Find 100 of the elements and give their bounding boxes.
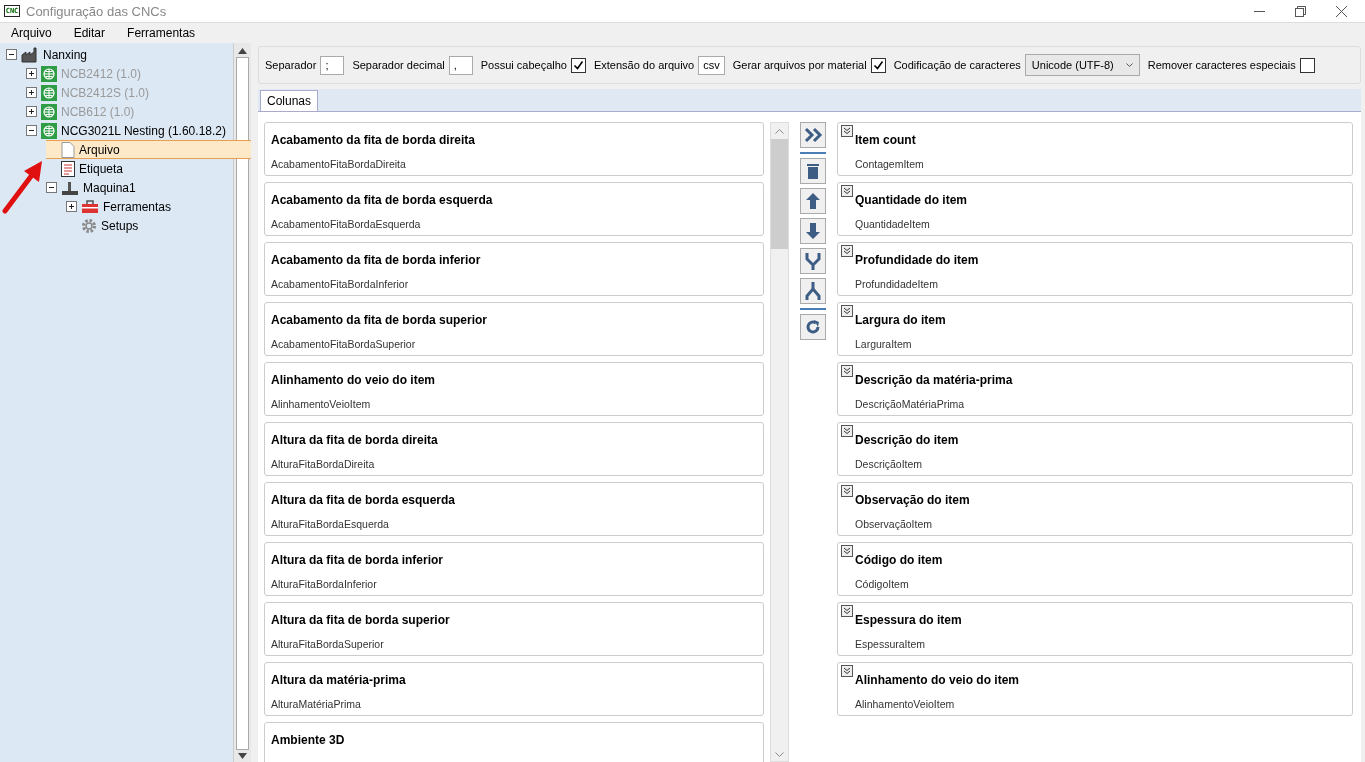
column-field-name: AcabamentoFitaBordaSuperior [271,338,417,350]
scrollbar[interactable] [233,43,251,762]
collapse-icon[interactable] [841,125,853,137]
expand-toggle-icon[interactable] [66,201,77,212]
column-card[interactable]: Observação do item ObservaçãoItem [837,482,1353,536]
column-field-name: AlturaMatériaPrima [271,698,362,710]
collapse-icon[interactable] [841,665,853,677]
column-title: Quantidade do item [855,193,968,207]
tree-item-label: Maquina1 [83,180,136,195]
column-title: Acabamento da fita de borda esquerda [271,193,494,207]
column-title: Observação do item [855,493,971,507]
restore-icon[interactable] [1295,5,1306,17]
text-field[interactable]: ; [320,55,345,75]
column-title: Descrição do item [855,433,960,447]
column-card[interactable]: Descrição do item DescriçãoItem [837,422,1353,476]
column-card[interactable]: Acabamento da fita de borda direita AcabamentoFitaBordaDireita [264,122,764,176]
column-card[interactable]: Acabamento da fita de borda superior AcabamentoFitaBordaSuperior [264,302,764,356]
column-card[interactable]: Espessura do item EspessuraItem [837,602,1353,656]
column-title: Item count [855,133,917,147]
window-title: Configuração das CNCs [26,3,168,19]
checkbox[interactable] [1299,57,1315,73]
column-field-name: DescriçãoMatériaPrima [855,398,966,410]
checkbox[interactable] [870,57,886,73]
column-card[interactable]: Altura da matéria-prima AlturaMatériaPrima [264,662,764,716]
collapse-icon[interactable] [841,365,853,377]
column-card[interactable]: Acabamento da fita de borda inferior AcabamentoFitaBordaInferior [264,242,764,296]
column-title: Largura do item [855,313,947,327]
column-card[interactable]: Acabamento da fita de borda esquerda AcabamentoFitaBordaEsquerda [264,182,764,236]
collapse-icon[interactable] [841,425,853,437]
collapse-icon[interactable] [841,185,853,197]
column-card[interactable]: Profundidade do item ProfundidadeItem [837,242,1353,296]
collapse-icon[interactable] [841,245,853,257]
column-field-name: AcabamentoFitaBordaDireita [271,158,407,170]
tree-item[interactable]: Nanxing [6,45,233,64]
add-all-button[interactable] [800,122,826,148]
globe-icon [41,122,57,139]
tree-item[interactable]: Maquina1 [46,178,233,197]
delete-button[interactable] [800,158,826,184]
split-button[interactable] [800,278,826,304]
column-title: Alinhamento do veio do item [271,373,436,387]
tree-item[interactable]: Ferramentas [66,197,233,216]
column-field-name: AlinhamentoVeioItem [271,398,372,410]
merge-button[interactable] [800,248,826,274]
column-title: Descrição da matéria-prima [855,373,1014,387]
collapse-icon[interactable] [841,485,853,497]
tree-item[interactable]: Setups [66,216,233,235]
column-field-name: CódigoItem [855,578,910,590]
column-card[interactable]: Altura da fita de borda direita AlturaFitaBordaDireita [264,422,764,476]
column-field-name: AlturaFitaBordaInferior [271,578,378,590]
factory-icon [21,46,39,63]
column-card[interactable]: Altura da fita de borda superior AlturaFitaBordaSuperior [264,602,764,656]
column-card[interactable]: Largura do item LarguraItem [837,302,1353,356]
column-title: Código do item [855,553,944,567]
collapse-toggle-icon[interactable] [26,125,37,136]
scrollbar-thumb[interactable] [771,139,788,249]
collapse-icon[interactable] [841,305,853,317]
collapse-toggle-icon[interactable] [6,49,17,60]
tab[interactable]: Colunas [260,90,319,111]
scroll-down-icon[interactable] [238,753,247,759]
menu-item[interactable]: Arquivo [0,26,63,40]
machine-icon [61,179,79,196]
close-icon[interactable] [1336,5,1347,17]
column-title: Acabamento da fita de borda superior [271,313,489,327]
move-up-button[interactable] [800,188,826,214]
tree-item[interactable]: Etiqueta [46,159,233,178]
globe-icon [41,65,57,82]
refresh-button[interactable] [800,314,826,340]
column-card[interactable]: Altura da fita de borda inferior AlturaFitaBordaInferior [264,542,764,596]
column-card[interactable]: Ambiente 3D [264,722,764,762]
column-card[interactable]: Alinhamento do veio do item AlinhamentoVeioItem [264,362,764,416]
collapse-icon[interactable] [841,605,853,617]
column-field-name: QuantidadeItem [855,218,931,230]
scrollbar[interactable] [770,122,789,762]
collapse-toggle-icon[interactable] [46,182,57,193]
encoding-dropdown[interactable]: Unicode (UTF-8) [1024,54,1140,76]
column-card[interactable]: Altura da fita de borda esquerda AlturaFitaBordaEsquerda [264,482,764,536]
column-title: Acabamento da fita de borda inferior [271,253,482,267]
column-card[interactable]: Código do item CódigoItem [837,542,1353,596]
add-all-icon [803,125,823,145]
text-field[interactable]: csv [698,55,725,75]
collapse-icon[interactable] [841,545,853,557]
column-card[interactable]: Descrição da matéria-prima DescriçãoMatériaPrima [837,362,1353,416]
tree-item[interactable]: NCG3021L Nesting (1.60.18.2) [26,121,233,140]
split-icon [803,281,823,301]
move-down-button[interactable] [800,218,826,244]
checkbox[interactable] [570,57,586,73]
globe-icon [41,103,57,120]
option-label: Gerar arquivos por material [732,59,867,71]
pointer-arrow-drawing [2,160,44,214]
column-card[interactable]: Item count ContagemItem [837,122,1353,176]
column-title: Altura da fita de borda esquerda [271,493,457,507]
scroll-up-icon[interactable] [238,48,247,54]
column-card[interactable]: Alinhamento do veio do item AlinhamentoVeioItem [837,662,1353,716]
column-field-name: ObservaçãoItem [855,518,934,530]
menu-item[interactable]: Ferramentas [116,26,207,40]
tree-item[interactable]: Arquivo [46,140,251,159]
menu-item[interactable]: Editar [62,26,117,40]
column-field-name: ContagemItem [855,158,925,170]
text-field[interactable]: , [448,55,473,75]
column-card[interactable]: Quantidade do item QuantidadeItem [837,182,1353,236]
